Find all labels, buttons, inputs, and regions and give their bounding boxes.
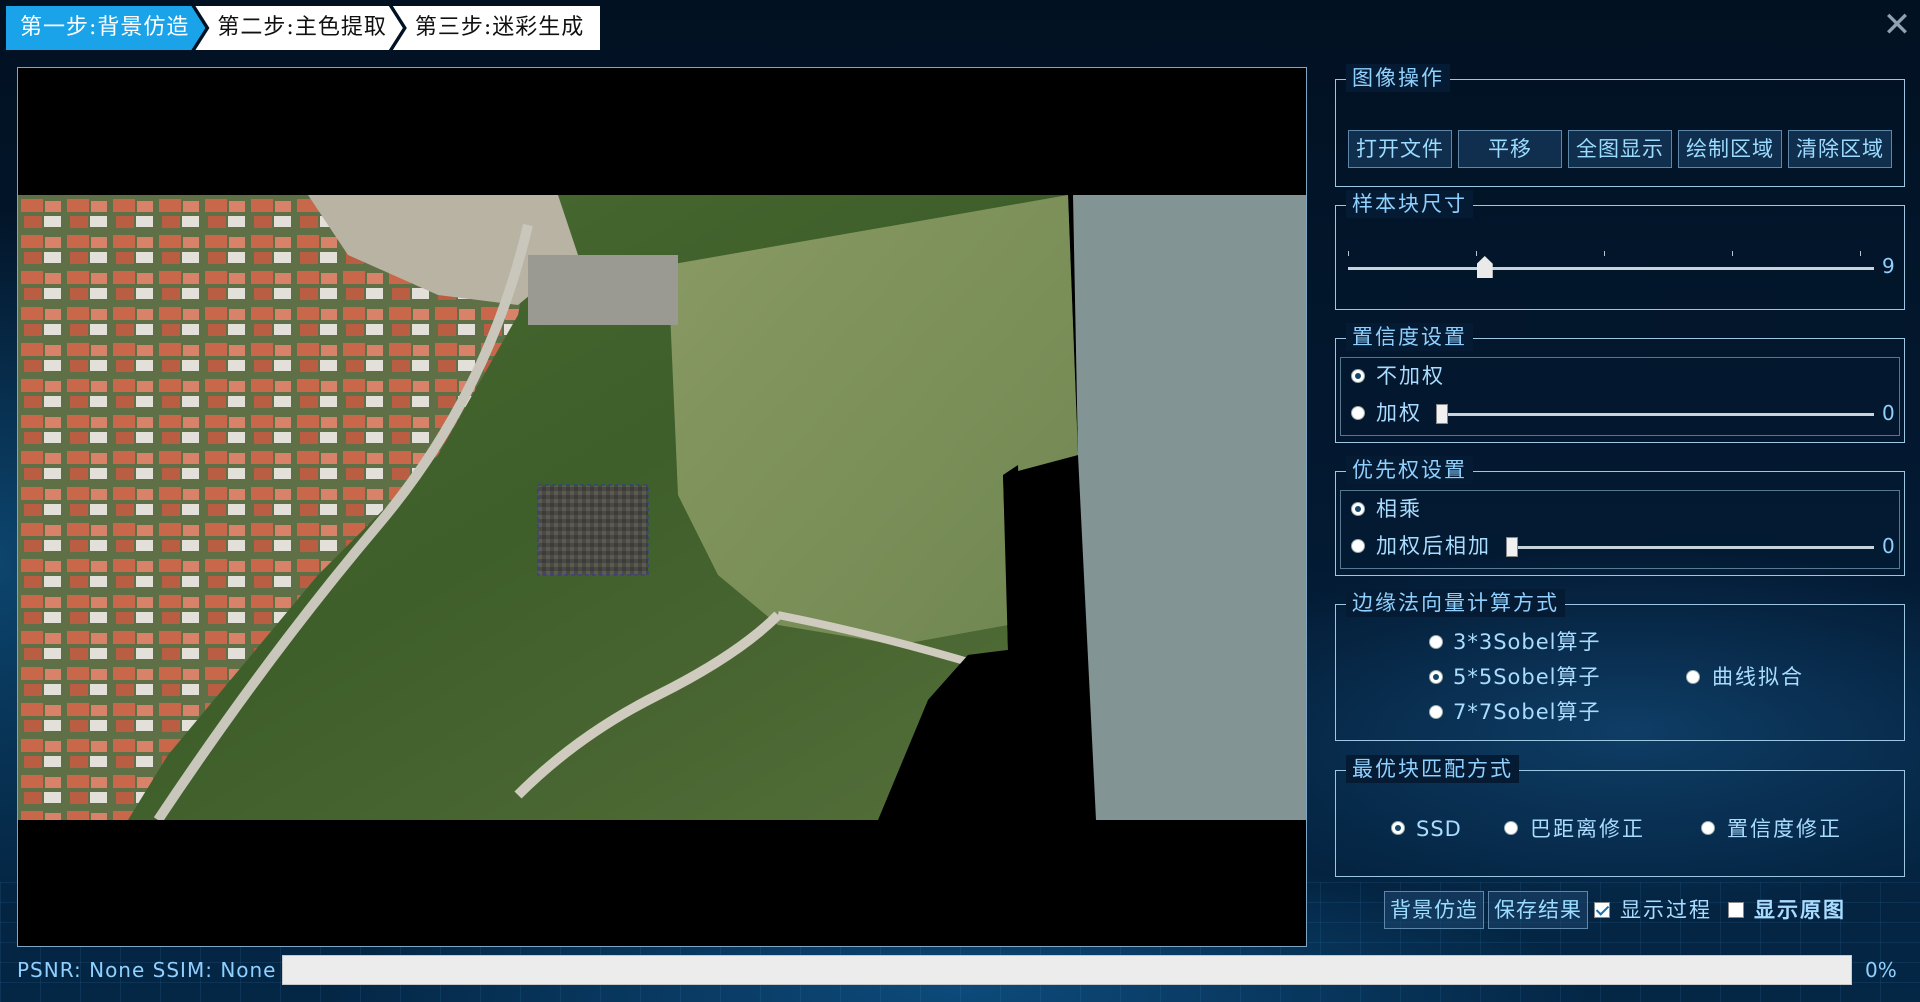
confidence-weight-slider[interactable] bbox=[1436, 404, 1448, 424]
psnr-value: None bbox=[89, 958, 146, 982]
sobel-3x3-radio[interactable] bbox=[1429, 635, 1443, 649]
confidence-weighted-radio[interactable] bbox=[1351, 406, 1365, 420]
sample-size-slider[interactable] bbox=[1476, 256, 1493, 278]
curve-fit-radio[interactable] bbox=[1686, 670, 1700, 684]
confidence-weight-track bbox=[1440, 413, 1874, 416]
sample-size-group: 样本块尺寸 9 bbox=[1335, 190, 1905, 310]
edge-normal-title: 边缘法向量计算方式 bbox=[1346, 589, 1565, 617]
image-viewer[interactable] bbox=[17, 67, 1307, 947]
progress-percent: 0% bbox=[1865, 958, 1897, 982]
edge-normal-group: 边缘法向量计算方式 3*3Sobel算子 5*5Sobel算子 7*7Sobel… bbox=[1335, 589, 1905, 741]
priority-multiply-label[interactable]: 相乘 bbox=[1376, 496, 1422, 522]
sobel-7x7-radio[interactable] bbox=[1429, 705, 1443, 719]
block-match-title: 最优块匹配方式 bbox=[1346, 755, 1519, 783]
draw-region-button[interactable]: 绘制区域 bbox=[1678, 130, 1782, 168]
ssim-value: None bbox=[220, 958, 277, 982]
confidence-correction-label[interactable]: 置信度修正 bbox=[1727, 816, 1842, 842]
confidence-unweighted-radio[interactable] bbox=[1351, 369, 1365, 383]
clear-region-button[interactable]: 清除区域 bbox=[1788, 130, 1892, 168]
image-ops-title: 图像操作 bbox=[1346, 64, 1450, 92]
show-process-label[interactable]: 显示过程 bbox=[1620, 897, 1712, 923]
sobel-3x3-label[interactable]: 3*3Sobel算子 bbox=[1453, 629, 1600, 655]
aerial-image bbox=[18, 195, 1306, 820]
save-result-button[interactable]: 保存结果 bbox=[1488, 891, 1588, 929]
inpaint-button[interactable]: 背景仿造 bbox=[1384, 891, 1484, 929]
close-icon[interactable]: ✕ bbox=[1882, 8, 1912, 42]
confidence-group: 置信度设置 不加权 加权 0 bbox=[1335, 323, 1905, 443]
priority-group: 优先权设置 相乘 加权后相加 0 bbox=[1335, 456, 1905, 576]
priority-multiply-radio[interactable] bbox=[1351, 502, 1365, 516]
bhattacharyya-label[interactable]: 巴距离修正 bbox=[1530, 816, 1645, 842]
confidence-unweighted-label[interactable]: 不加权 bbox=[1376, 363, 1445, 389]
show-process-checkbox[interactable] bbox=[1594, 902, 1610, 918]
tab-step-3[interactable]: 第三步:迷彩生成 bbox=[392, 6, 601, 50]
block-match-group: 最优块匹配方式 SSD 巴距离修正 置信度修正 bbox=[1335, 755, 1905, 877]
ssim-label: SSIM: bbox=[152, 958, 213, 982]
open-file-button[interactable]: 打开文件 bbox=[1348, 130, 1452, 168]
show-original-checkbox[interactable] bbox=[1728, 902, 1744, 918]
image-ops-group: 图像操作 打开文件 平移 全图显示 绘制区域 清除区域 bbox=[1335, 64, 1905, 187]
confidence-weighted-label[interactable]: 加权 bbox=[1376, 400, 1422, 426]
pan-button[interactable]: 平移 bbox=[1458, 130, 1562, 168]
show-original-label[interactable]: 显示原图 bbox=[1754, 897, 1846, 923]
tab-step-2[interactable]: 第二步:主色提取 bbox=[195, 6, 402, 50]
sample-size-title: 样本块尺寸 bbox=[1346, 190, 1473, 218]
priority-weight-slider[interactable] bbox=[1506, 537, 1518, 557]
priority-weight-track bbox=[1510, 546, 1874, 549]
tab-step-1[interactable]: 第一步:背景仿造 bbox=[6, 6, 205, 50]
priority-weight-value: 0 bbox=[1882, 534, 1895, 558]
progress-bar bbox=[282, 955, 1852, 985]
sobel-7x7-label[interactable]: 7*7Sobel算子 bbox=[1453, 699, 1600, 725]
bhattacharyya-radio[interactable] bbox=[1504, 821, 1518, 835]
step-tabs: 第一步:背景仿造 第二步:主色提取 第三步:迷彩生成 bbox=[6, 6, 601, 50]
priority-weighted-sum-label[interactable]: 加权后相加 bbox=[1376, 533, 1491, 559]
priority-title: 优先权设置 bbox=[1346, 456, 1473, 484]
curve-fit-label[interactable]: 曲线拟合 bbox=[1712, 664, 1804, 690]
app-window: 第一步:背景仿造 第二步:主色提取 第三步:迷彩生成 ✕ 图像操作 打开文件 平… bbox=[0, 0, 1920, 1002]
confidence-correction-radio[interactable] bbox=[1701, 821, 1715, 835]
ssd-radio[interactable] bbox=[1391, 821, 1405, 835]
fit-view-button[interactable]: 全图显示 bbox=[1568, 130, 1672, 168]
sample-size-track bbox=[1348, 267, 1874, 270]
confidence-weight-value: 0 bbox=[1882, 401, 1895, 425]
sobel-5x5-label[interactable]: 5*5Sobel算子 bbox=[1453, 664, 1600, 690]
metrics-readout: PSNR: None SSIM: None bbox=[17, 958, 277, 982]
sobel-5x5-radio[interactable] bbox=[1429, 670, 1443, 684]
confidence-title: 置信度设置 bbox=[1346, 323, 1473, 351]
psnr-label: PSNR: bbox=[17, 958, 82, 982]
priority-weighted-sum-radio[interactable] bbox=[1351, 539, 1365, 553]
sample-size-value: 9 bbox=[1882, 254, 1895, 278]
ssd-label[interactable]: SSD bbox=[1416, 816, 1462, 842]
